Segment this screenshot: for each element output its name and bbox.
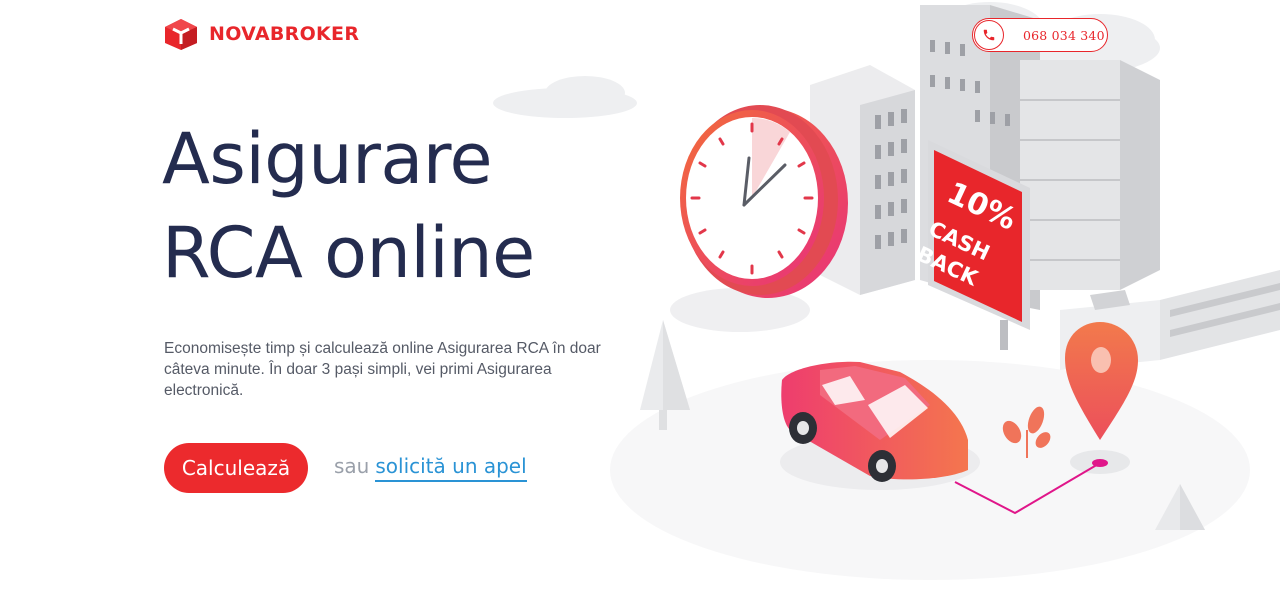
phone-call-button[interactable]: 068 034 340 bbox=[972, 18, 1108, 52]
cloud-shape bbox=[493, 76, 637, 118]
alt-prefix: sau bbox=[334, 454, 370, 478]
clock-icon bbox=[670, 105, 848, 332]
phone-number: 068 034 340 bbox=[1023, 27, 1105, 43]
brand-logo[interactable]: NOVABROKER bbox=[163, 17, 359, 51]
page-title: Asigurare RCA online bbox=[162, 112, 535, 300]
building-right bbox=[1020, 60, 1160, 290]
calculate-button[interactable]: Calculează bbox=[164, 443, 308, 493]
phone-icon bbox=[983, 29, 995, 41]
cube-logo-icon bbox=[165, 19, 197, 50]
brand-name: NOVABROKER bbox=[209, 23, 360, 45]
title-line-2: RCA online bbox=[162, 212, 535, 294]
title-line-1: Asigurare bbox=[162, 118, 493, 200]
hero-illustration: 10% CASH BACK bbox=[493, 2, 1280, 580]
phone-icon-wrap bbox=[974, 20, 1004, 50]
